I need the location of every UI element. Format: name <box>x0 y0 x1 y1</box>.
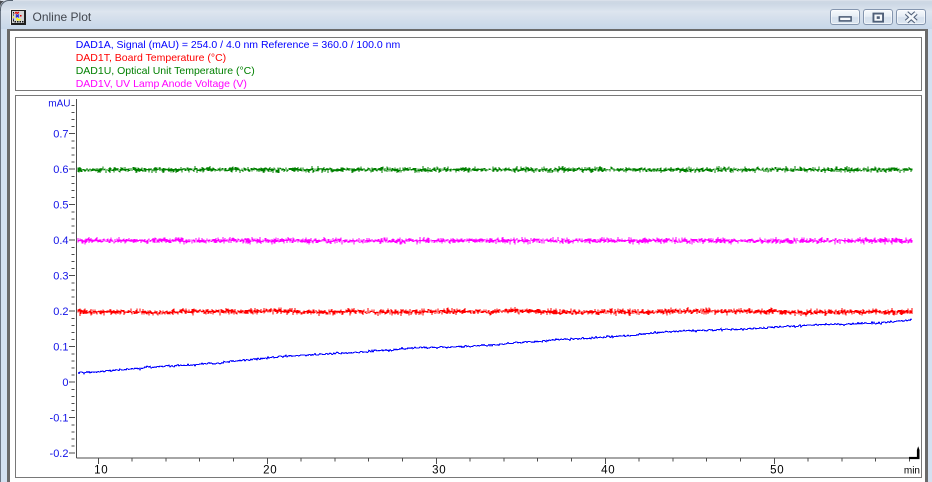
svg-text:20: 20 <box>263 465 277 477</box>
svg-text:-0.1: -0.1 <box>50 413 69 425</box>
svg-text:0.4: 0.4 <box>53 235 68 247</box>
svg-text:10: 10 <box>94 465 108 477</box>
svg-text:0.1: 0.1 <box>53 342 68 354</box>
svg-text:40: 40 <box>601 465 615 477</box>
svg-text:0.6: 0.6 <box>53 164 68 176</box>
svg-text:min: min <box>904 466 920 477</box>
svg-text:0.5: 0.5 <box>53 200 68 212</box>
svg-text:50: 50 <box>770 465 784 477</box>
svg-text:0.7: 0.7 <box>53 129 68 141</box>
svg-text:-0.2: -0.2 <box>50 448 69 460</box>
svg-text:0.3: 0.3 <box>53 271 68 283</box>
svg-text:30: 30 <box>432 465 446 477</box>
svg-text:mAU: mAU <box>48 99 70 110</box>
svg-text:0: 0 <box>62 377 68 389</box>
svg-text:0.2: 0.2 <box>53 306 68 318</box>
